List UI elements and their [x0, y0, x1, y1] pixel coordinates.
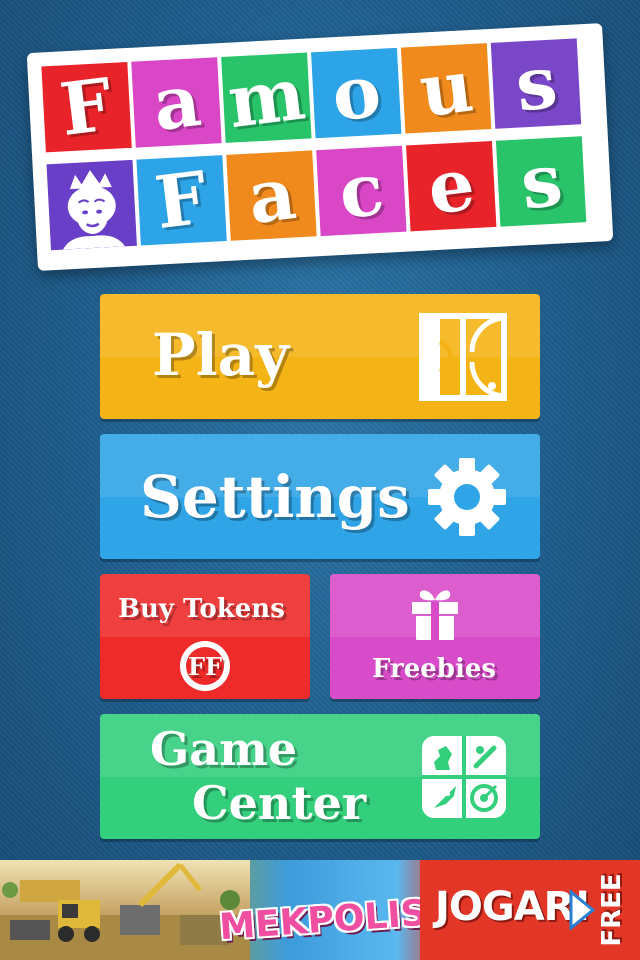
logo-tile: a	[131, 57, 222, 148]
token-icon: FF	[177, 638, 233, 698]
logo-tile: s	[490, 38, 582, 129]
ad-brand-logo: MEKPOLIS	[218, 892, 428, 948]
logo-tile: F	[136, 155, 227, 246]
queen-face-icon	[46, 159, 137, 251]
token-text: FF	[188, 652, 222, 681]
ad-construction-scene	[0, 860, 250, 960]
game-center-icon	[420, 734, 508, 824]
logo-tile: F	[41, 61, 132, 153]
freebies-button[interactable]: Freebies	[330, 574, 540, 699]
freebies-label: Freebies	[372, 654, 497, 684]
gift-icon	[410, 586, 460, 646]
logo-tile: u	[400, 42, 492, 134]
ad-banner[interactable]: MEKPOLIS JOGAR! FREE	[0, 860, 640, 960]
settings-label: Settings	[140, 463, 410, 531]
game-center-label-line1: Game	[150, 722, 298, 776]
logo-tile: m	[221, 50, 312, 144]
logo-tile: c	[316, 146, 407, 237]
game-center-label-line2: Center	[192, 776, 367, 830]
ad-free-badge: FREE	[597, 873, 627, 947]
gear-icon	[422, 452, 512, 546]
settings-button[interactable]: Settings	[100, 434, 540, 559]
logo-row-famous: F a m o u s	[41, 38, 582, 153]
logo-tile: s	[495, 136, 587, 227]
court-icon	[418, 312, 508, 406]
logo-tile: e	[406, 141, 497, 232]
play-arrow-icon	[567, 888, 596, 934]
famous-faces-logo: F a m o u s F a c e s	[26, 23, 614, 271]
play-label: Play	[152, 321, 289, 389]
logo-tile: o	[311, 47, 402, 139]
buy-tokens-button[interactable]: Buy Tokens FF	[100, 574, 310, 699]
logo-row-faces: F a c e s	[46, 136, 587, 251]
game-center-button[interactable]: Game Center	[100, 714, 540, 839]
play-button[interactable]: Play	[100, 294, 540, 419]
buy-tokens-label: Buy Tokens	[118, 594, 285, 624]
logo-tile: a	[226, 150, 317, 241]
